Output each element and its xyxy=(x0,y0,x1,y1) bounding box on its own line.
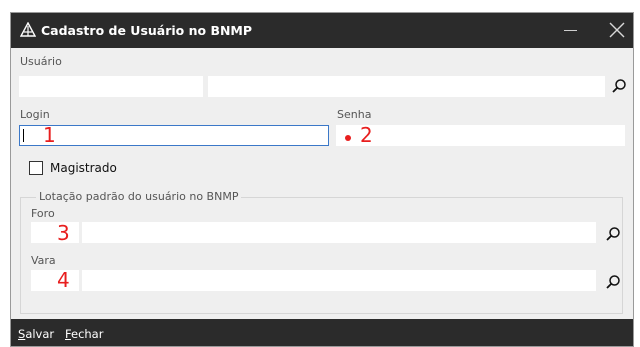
step-marker-4: 4 xyxy=(57,268,70,292)
fechar-label-rest: echar xyxy=(71,327,104,341)
vara-name-input[interactable] xyxy=(82,270,596,291)
foro-label: Foro xyxy=(31,207,55,220)
login-input[interactable] xyxy=(19,125,329,146)
step-marker-2: 2 xyxy=(360,123,373,147)
window-title: Cadastro de Usuário no BNMP xyxy=(41,23,253,38)
app-logo-icon xyxy=(20,22,36,37)
senha-label: Senha xyxy=(337,108,372,121)
usuario-name-input[interactable] xyxy=(208,76,605,97)
usuario-label: Usuário xyxy=(20,55,62,68)
foro-code-input[interactable] xyxy=(31,222,79,243)
action-bar: Salvar Fechar xyxy=(11,319,633,346)
step-marker-3: 3 xyxy=(57,221,70,245)
vara-search-icon[interactable] xyxy=(605,274,621,290)
step-marker-1: 1 xyxy=(43,123,56,147)
fechar-button[interactable]: Fechar xyxy=(65,327,103,341)
title-bar[interactable]: Cadastro de Usuário no BNMP xyxy=(11,13,633,48)
usuario-code-input[interactable] xyxy=(19,76,203,97)
magistrado-checkbox[interactable] xyxy=(29,161,43,175)
lotacao-groupbox xyxy=(20,197,623,314)
magistrado-label[interactable]: Magistrado xyxy=(50,161,117,175)
dialog-window: Cadastro de Usuário no BNMP Usuário Logi… xyxy=(10,12,634,347)
salvar-button[interactable]: Salvar xyxy=(18,327,54,341)
foro-name-input[interactable] xyxy=(82,222,596,243)
search-icon[interactable] xyxy=(611,78,627,94)
password-mask-dot xyxy=(345,135,351,141)
foro-search-icon[interactable] xyxy=(605,226,621,242)
lotacao-group-title: Lotação padrão do usuário no BNMP xyxy=(36,190,242,203)
text-caret xyxy=(23,129,24,142)
vara-label: Vara xyxy=(31,254,56,267)
salvar-label-rest: alvar xyxy=(25,327,55,341)
senha-password-input[interactable] xyxy=(336,125,625,146)
login-label: Login xyxy=(20,108,50,121)
close-icon[interactable] xyxy=(605,18,629,42)
vara-code-input[interactable] xyxy=(31,270,79,291)
minimize-button[interactable] xyxy=(559,19,583,41)
